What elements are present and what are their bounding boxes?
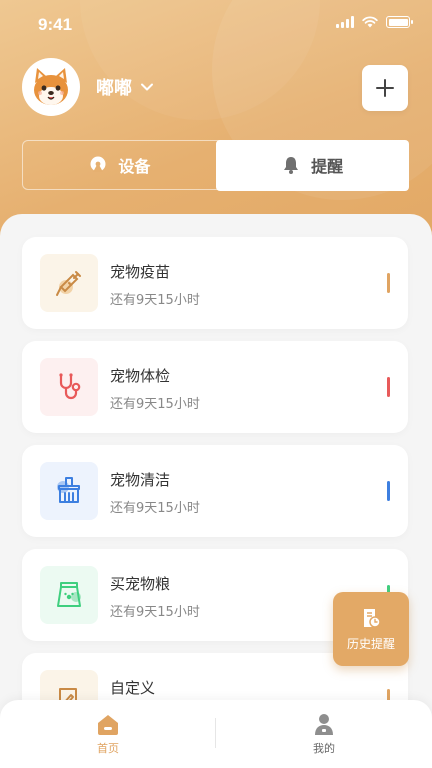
- syringe-icon: [56, 271, 81, 296]
- history-reminder-button[interactable]: 历史提醒: [333, 592, 409, 666]
- status-bar: 9:41: [0, 0, 432, 48]
- segmented-control: 设备 提醒: [22, 139, 409, 191]
- battery-icon: [386, 16, 413, 28]
- history-reminder-label: 历史提醒: [346, 636, 395, 651]
- tab-mine[interactable]: 我的: [216, 700, 432, 768]
- food-bag-icon: [57, 582, 81, 607]
- reminder-list-panel: 宠物疫苗 还有9天15小时 宠物体检 还有9天15小时 宠物清洁 还有9天15小…: [0, 214, 432, 768]
- status-time: 9:41: [38, 15, 73, 34]
- reminder-card-checkup[interactable]: 宠物体检 还有9天15小时: [22, 341, 408, 433]
- bottom-tab-bar: 首页 我的: [0, 700, 432, 768]
- user-icon: [315, 714, 333, 735]
- bell-icon: [284, 157, 299, 174]
- reminder-icon-box: [40, 254, 98, 312]
- reminder-accent-bar: [387, 377, 390, 397]
- tab-device[interactable]: 设备: [23, 141, 216, 189]
- reminder-icon-box: [40, 566, 98, 624]
- brush-icon: [57, 477, 80, 503]
- tab-home-label: 首页: [97, 742, 119, 755]
- reminder-icon-box: [40, 462, 98, 520]
- tab-device-label: 设备: [118, 157, 151, 176]
- tab-home[interactable]: 首页: [0, 700, 216, 768]
- add-button[interactable]: [362, 65, 408, 111]
- reminder-title: 买宠物粮: [110, 575, 171, 593]
- pet-avatar[interactable]: [22, 58, 80, 116]
- tab-mine-label: 我的: [313, 742, 335, 755]
- pet-profile[interactable]: 嘟嘟: [22, 58, 154, 116]
- reminder-countdown: 还有9天15小时: [110, 293, 200, 308]
- reminder-card-cleaning[interactable]: 宠物清洁 还有9天15小时: [22, 445, 408, 537]
- reminder-accent-bar: [387, 273, 390, 293]
- reminder-card-vaccine[interactable]: 宠物疫苗 还有9天15小时: [22, 237, 408, 329]
- reminder-countdown: 还有9天15小时: [110, 397, 200, 412]
- wifi-icon: [362, 16, 378, 28]
- reminder-countdown: 还有9天15小时: [110, 605, 200, 620]
- reminder-title: 宠物疫苗: [110, 263, 171, 281]
- reminder-icon-box: [40, 358, 98, 416]
- reminder-title: 宠物清洁: [110, 471, 171, 489]
- reminder-title: 自定义: [110, 679, 156, 697]
- device-icon: [90, 156, 106, 172]
- shiba-avatar-icon: [34, 68, 68, 105]
- pet-name[interactable]: 嘟嘟: [96, 74, 132, 100]
- chevron-down-icon[interactable]: [140, 82, 154, 92]
- tab-reminder[interactable]: 提醒: [215, 139, 409, 191]
- tab-reminder-label: 提醒: [311, 157, 344, 176]
- history-icon: [364, 608, 381, 628]
- home-icon: [98, 715, 118, 735]
- reminder-title: 宠物体检: [110, 367, 171, 385]
- stethoscope-icon: [59, 373, 81, 400]
- plus-icon: [376, 79, 394, 97]
- signal-icon: [336, 16, 354, 28]
- reminder-accent-bar: [387, 481, 390, 501]
- tab-divider: [215, 718, 216, 748]
- reminder-countdown: 还有9天15小时: [110, 501, 200, 516]
